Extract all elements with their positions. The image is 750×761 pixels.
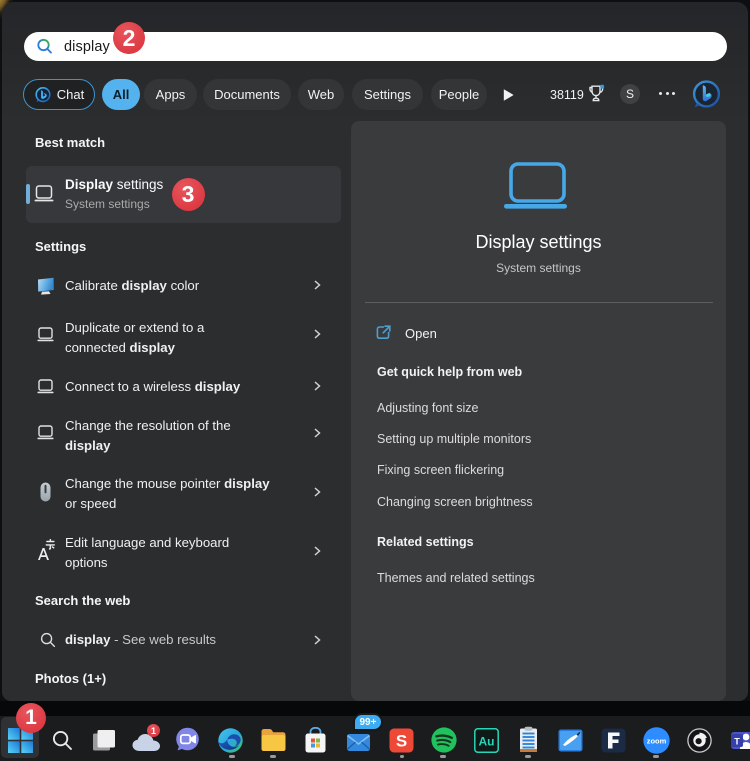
svg-text:zoom: zoom bbox=[647, 737, 667, 746]
svg-text:T: T bbox=[734, 737, 740, 747]
svg-text:Au: Au bbox=[479, 735, 495, 749]
svg-text:S: S bbox=[396, 732, 407, 751]
